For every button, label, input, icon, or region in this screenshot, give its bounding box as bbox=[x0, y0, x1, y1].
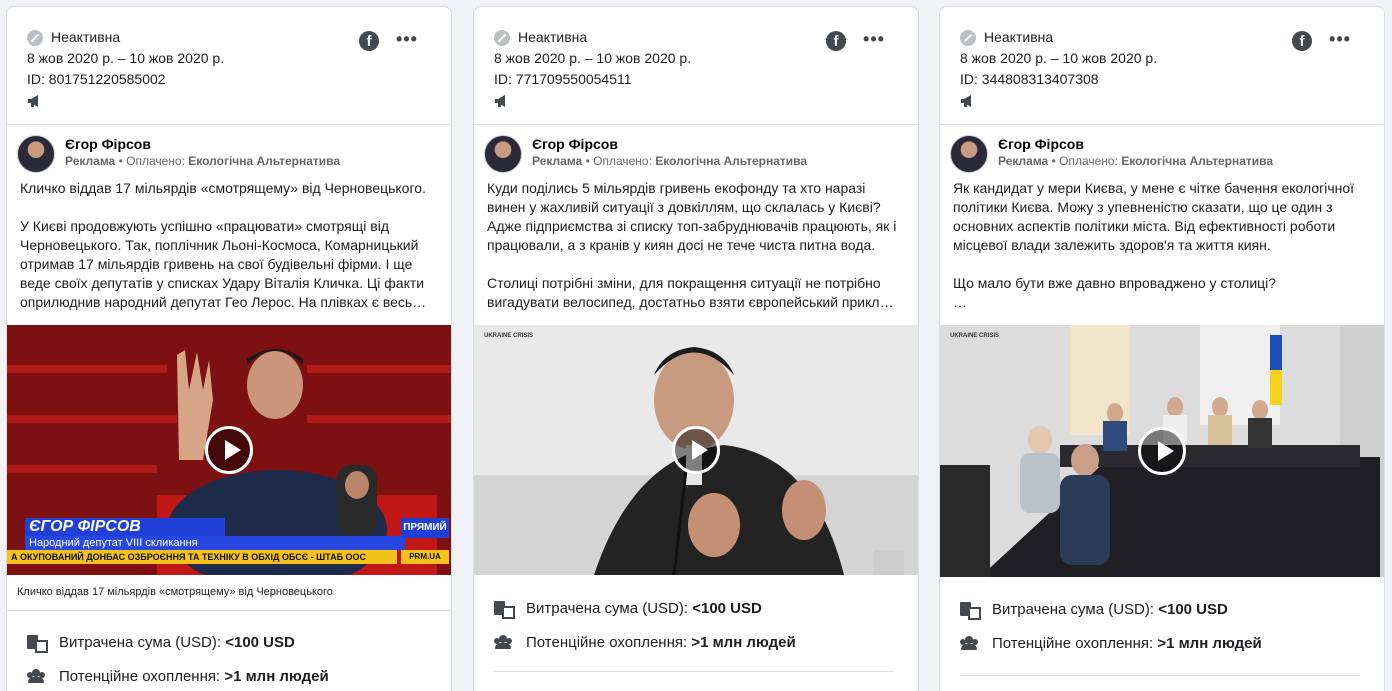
paid-prefix: Оплачено: bbox=[1059, 154, 1118, 168]
money-icon bbox=[494, 600, 515, 619]
ad-meta: Неактивна 8 жов 2020 р. – 10 жов 2020 р.… bbox=[940, 7, 1384, 125]
ad-video[interactable]: ЄГОР ФІРСОВ Народний депутат VIII склика… bbox=[7, 325, 451, 575]
facebook-icon[interactable]: f bbox=[359, 31, 379, 51]
ad-body-text: Куди поділись 5 мільярдів гривень екофон… bbox=[487, 180, 897, 310]
tv-live-badge: ПРЯМИЙ bbox=[401, 518, 449, 538]
ad-id: ID: 801751220585002 bbox=[27, 71, 166, 87]
ad-id: ID: 771709550054511 bbox=[494, 71, 632, 87]
status-label: Неактивна bbox=[984, 29, 1054, 45]
megaphone-icon bbox=[28, 95, 38, 107]
reach-value: >1 млн людей bbox=[1157, 634, 1262, 652]
facebook-icon[interactable]: f bbox=[1292, 31, 1312, 51]
ad-label: Реклама bbox=[998, 154, 1049, 168]
people-icon bbox=[494, 635, 512, 649]
avatar[interactable] bbox=[950, 135, 988, 173]
tv-ticker: А ОКУПОВАНИЙ ДОНБАС ОЗБРОЄННЯ ТА ТЕХНІКУ… bbox=[7, 550, 397, 564]
reach-label: Потенційне охоплення: bbox=[992, 634, 1154, 652]
ad-dates: 8 жов 2020 р. – 10 жов 2020 р. bbox=[960, 50, 1158, 66]
inactive-icon bbox=[494, 29, 510, 46]
money-icon bbox=[960, 601, 981, 620]
spend-row: Витрачена сума (USD): <100 USD bbox=[960, 592, 1364, 626]
page-name[interactable]: Єгор Фірсов bbox=[532, 135, 807, 153]
spend-label: Витрачена сума (USD): bbox=[59, 633, 222, 651]
reach-row: Потенційне охоплення: >1 млн людей bbox=[494, 625, 898, 659]
video-caption: Кличко віддав 17 мільярдів «смотрящему» … bbox=[7, 575, 451, 611]
ad-stats: Витрачена сума (USD): <100 USD Потенційн… bbox=[474, 591, 918, 659]
money-icon bbox=[27, 634, 48, 653]
ad-library-results: Неактивна 8 жов 2020 р. – 10 жов 2020 р.… bbox=[0, 0, 1392, 691]
payer-name: Екологічна Альтернатива bbox=[1121, 154, 1274, 168]
status-label: Неактивна bbox=[518, 29, 588, 45]
post-header: Єгор Фірсов Реклама • Оплачено: Екологіч… bbox=[940, 125, 1384, 173]
avatar[interactable] bbox=[484, 135, 522, 173]
ad-stats: Витрачена сума (USD): <100 USD Потенційн… bbox=[940, 592, 1384, 660]
post-header: Єгор Фірсов Реклама • Оплачено: Екологіч… bbox=[474, 125, 918, 173]
page-name[interactable]: Єгор Фірсов bbox=[998, 135, 1273, 153]
facebook-icon[interactable]: f bbox=[826, 31, 846, 51]
ad-label: Реклама bbox=[532, 154, 583, 168]
play-icon[interactable] bbox=[1138, 427, 1186, 475]
reach-label: Потенційне охоплення: bbox=[59, 667, 221, 685]
play-icon[interactable] bbox=[672, 426, 720, 474]
ad-meta: Неактивна 8 жов 2020 р. – 10 жов 2020 р.… bbox=[7, 7, 451, 125]
sponsored-line: Реклама • Оплачено: Екологічна Альтернат… bbox=[532, 154, 808, 168]
payer-name: Екологічна Альтернатива bbox=[188, 154, 341, 168]
tv-site: PRM.UA bbox=[401, 550, 449, 564]
divider bbox=[960, 675, 1360, 676]
payer-name: Екологічна Альтернатива bbox=[655, 154, 808, 168]
divider bbox=[494, 671, 894, 672]
ad-body-text: Як кандидат у мери Києва, у мене є чітке… bbox=[953, 180, 1355, 310]
more-icon[interactable]: ••• bbox=[1328, 29, 1352, 53]
ad-dates: 8 жов 2020 р. – 10 жов 2020 р. bbox=[27, 50, 225, 66]
spend-value: <100 USD bbox=[225, 633, 295, 651]
ad-card: Неактивна 8 жов 2020 р. – 10 жов 2020 р.… bbox=[6, 6, 452, 691]
more-icon[interactable]: ••• bbox=[395, 29, 419, 53]
ukraine-crisis-logo: UKRAINE CRISIS bbox=[484, 333, 534, 339]
reach-label: Потенційне охоплення: bbox=[526, 633, 688, 651]
spend-value: <100 USD bbox=[692, 599, 762, 617]
sponsored-line: Реклама • Оплачено: Екологічна Альтернат… bbox=[998, 154, 1274, 168]
spend-row: Витрачена сума (USD): <100 USD bbox=[27, 625, 431, 659]
ad-stats: Витрачена сума (USD): <100 USD Потенційн… bbox=[7, 625, 451, 691]
ad-card: Неактивна 8 жов 2020 р. – 10 жов 2020 р.… bbox=[939, 6, 1385, 691]
ad-video[interactable]: UKRAINE CRISIS bbox=[474, 325, 918, 575]
spend-row: Витрачена сума (USD): <100 USD bbox=[494, 591, 898, 625]
ad-dates: 8 жов 2020 р. – 10 жов 2020 р. bbox=[494, 50, 692, 66]
tv-lower-third-title: Народний депутат VIII скликання bbox=[25, 536, 405, 550]
tv-lower-third-name: ЄГОР ФІРСОВ bbox=[25, 518, 225, 536]
ad-card: Неактивна 8 жов 2020 р. – 10 жов 2020 р.… bbox=[473, 6, 919, 691]
spend-label: Витрачена сума (USD): bbox=[992, 600, 1155, 618]
inactive-icon bbox=[27, 29, 43, 46]
ad-label: Реклама bbox=[65, 154, 116, 168]
sponsored-line: Реклама • Оплачено: Екологічна Альтернат… bbox=[65, 154, 341, 168]
post-header: Єгор Фірсов Реклама • Оплачено: Екологіч… bbox=[7, 125, 451, 173]
paid-prefix: Оплачено: bbox=[593, 154, 652, 168]
megaphone-icon bbox=[961, 95, 971, 107]
ad-meta: Неактивна 8 жов 2020 р. – 10 жов 2020 р.… bbox=[474, 7, 918, 125]
paid-prefix: Оплачено: bbox=[126, 154, 185, 168]
inactive-icon bbox=[960, 29, 976, 46]
avatar[interactable] bbox=[17, 135, 55, 173]
megaphone-icon bbox=[495, 95, 505, 107]
more-icon[interactable]: ••• bbox=[862, 29, 886, 53]
ad-id: ID: 344808313407308 bbox=[960, 71, 1099, 87]
page-name[interactable]: Єгор Фірсов bbox=[65, 135, 340, 153]
reach-value: >1 млн людей bbox=[691, 633, 796, 651]
reach-value: >1 млн людей bbox=[224, 667, 329, 685]
ad-body-text: Кличко віддав 17 мільярдів «смотрящему» … bbox=[20, 180, 427, 310]
spend-value: <100 USD bbox=[1158, 600, 1228, 618]
ad-video[interactable]: UKRAINE CRISIS bbox=[940, 325, 1384, 577]
play-icon[interactable] bbox=[205, 426, 253, 474]
reach-row: Потенційне охоплення: >1 млн людей bbox=[960, 626, 1364, 660]
spend-label: Витрачена сума (USD): bbox=[526, 599, 689, 617]
ukraine-crisis-logo: UKRAINE CRISIS bbox=[950, 333, 1000, 339]
people-icon bbox=[27, 669, 45, 683]
people-icon bbox=[960, 636, 978, 650]
reach-row: Потенційне охоплення: >1 млн людей bbox=[27, 659, 431, 691]
status-label: Неактивна bbox=[51, 29, 121, 45]
